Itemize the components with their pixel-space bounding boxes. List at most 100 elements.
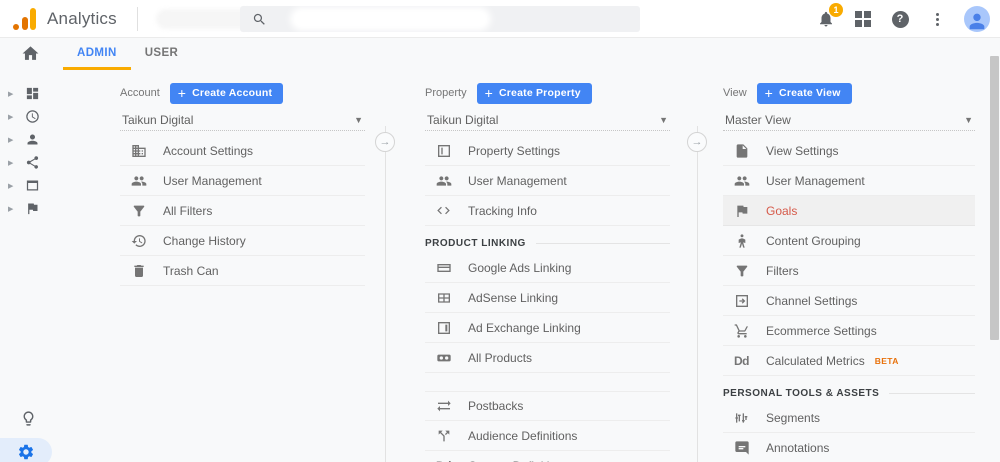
list-item-label: Audience Definitions: [468, 428, 578, 443]
list-item-custom-definitions[interactable]: Dd Custom Definitions: [425, 451, 670, 462]
notifications-bell-icon[interactable]: 1: [816, 3, 843, 29]
list-item-audience-definitions[interactable]: Audience Definitions: [425, 421, 670, 451]
customization-icon: [25, 86, 40, 101]
list-item-ecommerce-settings[interactable]: Ecommerce Settings: [723, 316, 975, 346]
create-account-button[interactable]: + Create Account: [169, 82, 284, 104]
list-item-all-filters[interactable]: All Filters: [120, 196, 365, 226]
property-selector[interactable]: Taikun Digital ▼: [425, 109, 670, 131]
property-label: Property: [425, 87, 467, 99]
history-icon: [130, 233, 147, 249]
realtime-nav-item[interactable]: ▶: [0, 105, 57, 128]
list-item-channel-settings[interactable]: Channel Settings: [723, 286, 975, 316]
list-item-property-settings[interactable]: Property Settings: [425, 136, 670, 166]
home-nav-item[interactable]: [0, 38, 57, 68]
search-icon: [253, 13, 265, 25]
postbacks-icon: [435, 398, 452, 414]
audience-nav-item[interactable]: ▶: [0, 128, 57, 151]
list-item-view-settings[interactable]: View Settings: [723, 136, 975, 166]
dd-icon: Dd: [435, 459, 452, 462]
list-item-content-grouping[interactable]: Content Grouping: [723, 226, 975, 256]
list-item-label: Calculated Metrics: [766, 353, 865, 368]
list-item-all-products[interactable]: All Products: [425, 343, 670, 373]
expand-caret-icon: ▶: [8, 159, 14, 167]
all-products-icon: [435, 350, 452, 366]
realtime-icon: [25, 109, 40, 124]
list-item-google-ads-linking[interactable]: Google Ads Linking: [425, 253, 670, 283]
google-ads-icon: [435, 260, 452, 276]
acquisition-nav-item[interactable]: ▶: [0, 151, 57, 174]
behavior-icon: [25, 178, 40, 193]
admin-panel: Account + Create Account Taikun Digital …: [57, 70, 1000, 462]
tab-user[interactable]: USER: [131, 38, 193, 70]
chevron-down-icon: ▼: [659, 114, 668, 125]
collapse-property-column-icon[interactable]: →: [687, 132, 707, 152]
create-property-button[interactable]: + Create Property: [476, 82, 592, 104]
collapse-account-column-icon[interactable]: →: [375, 132, 395, 152]
list-item-label: Filters: [766, 263, 799, 278]
search-input[interactable]: [240, 6, 640, 32]
google-analytics-logo-icon: [13, 7, 37, 30]
help-icon[interactable]: ?: [890, 9, 910, 29]
list-item-ad-exchange-linking[interactable]: Ad Exchange Linking: [425, 313, 670, 343]
list-item-calculated-metrics[interactable]: Dd Calculated Metrics BETA: [723, 346, 975, 376]
admin-nav-item-active[interactable]: [0, 438, 52, 462]
tab-admin[interactable]: ADMIN: [63, 38, 131, 70]
list-item-goals[interactable]: Goals: [723, 196, 975, 226]
vertical-scrollbar[interactable]: [990, 56, 999, 340]
list-item-label: Ad Exchange Linking: [468, 320, 581, 335]
column-divider: [385, 126, 386, 462]
list-item-label: User Management: [468, 173, 567, 188]
view-settings-icon: [733, 143, 750, 159]
more-options-icon[interactable]: [927, 9, 947, 29]
list-item-segments[interactable]: Segments: [723, 403, 975, 433]
user-avatar[interactable]: [964, 6, 990, 32]
list-item-label: AdSense Linking: [468, 290, 559, 305]
dd-icon: Dd: [734, 353, 750, 368]
filter-icon: [130, 203, 147, 219]
list-item-change-history[interactable]: Change History: [120, 226, 365, 256]
account-selector[interactable]: Taikun Digital ▼: [120, 109, 365, 131]
customization-nav-item[interactable]: ▶: [0, 82, 57, 105]
chevron-down-icon: ▼: [354, 114, 363, 125]
list-item-label: Segments: [766, 410, 821, 425]
list-item-adsense-linking[interactable]: AdSense Linking: [425, 283, 670, 313]
property-settings-icon: [435, 143, 452, 159]
conversions-nav-item[interactable]: ▶: [0, 197, 57, 220]
list-item-account-settings[interactable]: Account Settings: [120, 136, 365, 166]
conversions-icon: [25, 201, 40, 216]
list-item-label: Account Settings: [163, 143, 254, 158]
app-header: Analytics 1 ?: [0, 0, 1000, 38]
list-item-label: User Management: [163, 173, 262, 188]
expand-caret-icon: ▶: [8, 182, 14, 190]
person-icon: [969, 13, 985, 30]
ad-exchange-icon: [435, 320, 452, 336]
list-item-user-management[interactable]: User Management: [120, 166, 365, 196]
view-selector[interactable]: Master View ▼: [723, 109, 975, 131]
create-view-button[interactable]: + Create View: [756, 82, 852, 104]
list-item-filters[interactable]: Filters: [723, 256, 975, 286]
list-item-label: Channel Settings: [766, 293, 858, 308]
list-item-tracking-info[interactable]: Tracking Info: [425, 196, 670, 226]
list-item-postbacks[interactable]: Postbacks: [425, 391, 670, 421]
list-item-label: Tracking Info: [468, 203, 537, 218]
behavior-nav-item[interactable]: ▶: [0, 174, 57, 197]
list-item-user-management[interactable]: User Management: [723, 166, 975, 196]
list-item-label: Property Settings: [468, 143, 561, 158]
left-nav-sidebar: ▶ ▶ ▶ ▶ ▶ ▶: [0, 38, 57, 462]
list-item-user-management[interactable]: User Management: [425, 166, 670, 196]
admin-gear-icon: [17, 443, 35, 461]
discover-nav-item[interactable]: [0, 404, 57, 432]
plus-icon: +: [484, 85, 493, 101]
list-item-label: Trash Can: [163, 263, 219, 278]
users-icon: [130, 173, 147, 189]
users-icon: [733, 173, 750, 189]
apps-grid-icon[interactable]: [853, 9, 873, 29]
list-item-annotations[interactable]: Annotations: [723, 433, 975, 462]
list-item-label: Custom Definitions: [468, 459, 569, 462]
discover-icon: [20, 410, 37, 427]
chevron-down-icon: ▼: [964, 114, 973, 125]
property-column: Property + Create Property Taikun Digita…: [425, 70, 670, 462]
list-item-label: User Management: [766, 173, 865, 188]
list-item-trash-can[interactable]: Trash Can: [120, 256, 365, 286]
annotations-icon: [733, 440, 750, 456]
